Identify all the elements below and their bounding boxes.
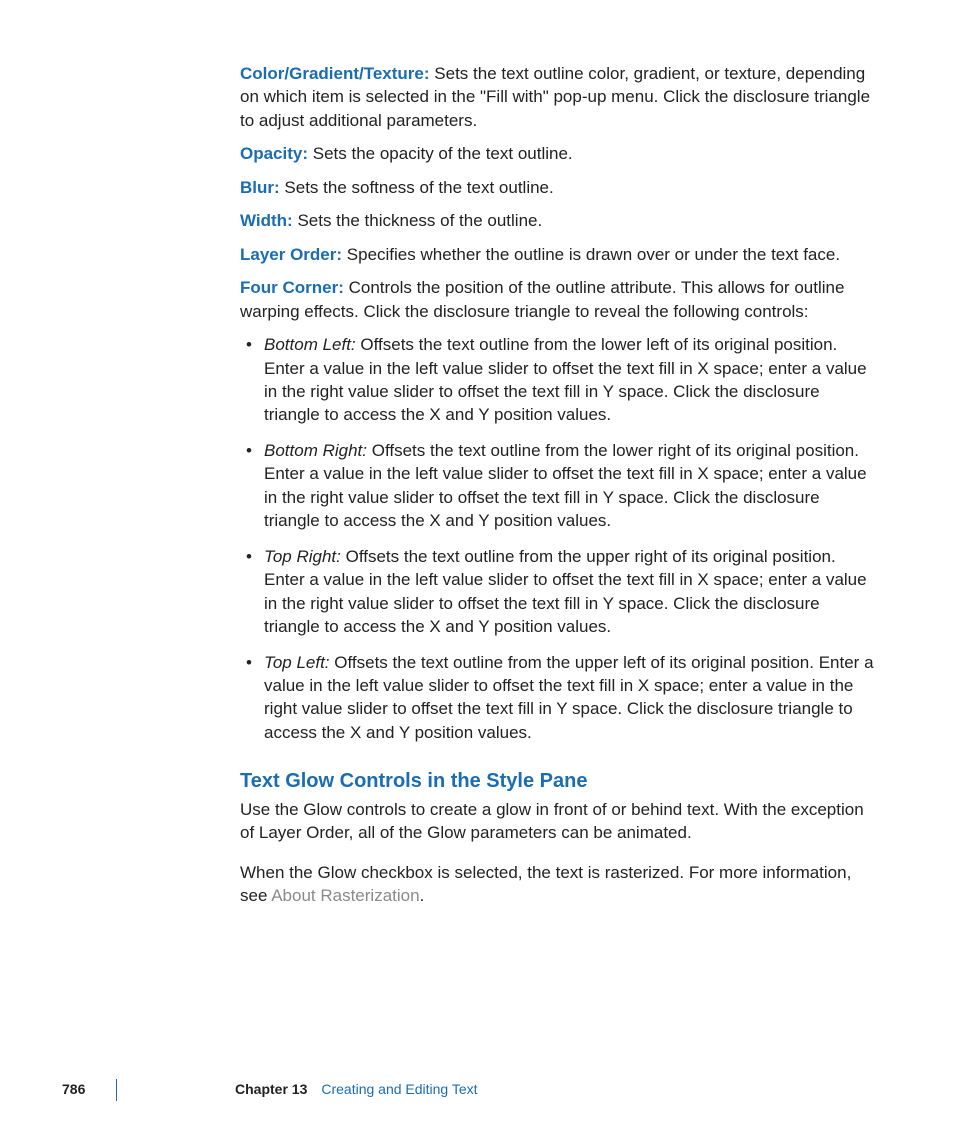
param-term: Width:	[240, 211, 293, 230]
list-item: Bottom Left: Offsets the text outline fr…	[260, 333, 880, 427]
param-row: Layer Order: Specifies whether the outli…	[240, 243, 880, 266]
param-desc: Sets the thickness of the outline.	[293, 211, 542, 230]
link-about-rasterization[interactable]: About Rasterization	[271, 886, 419, 905]
param-row: Blur: Sets the softness of the text outl…	[240, 176, 880, 199]
param-term: Four Corner:	[240, 278, 344, 297]
param-term: Layer Order:	[240, 245, 342, 264]
chapter-name: Creating and Editing Text	[321, 1080, 477, 1099]
param-row: Opacity: Sets the opacity of the text ou…	[240, 142, 880, 165]
bullet-desc: Offsets the text outline from the upper …	[264, 547, 867, 636]
param-row: Four Corner: Controls the position of th…	[240, 276, 880, 323]
list-item: Top Left: Offsets the text outline from …	[260, 651, 880, 745]
section-paragraph: When the Glow checkbox is selected, the …	[240, 861, 880, 908]
paragraph-text: .	[420, 886, 425, 905]
page-footer: 786 Chapter 13 Creating and Editing Text	[62, 1079, 882, 1101]
param-term: Opacity:	[240, 144, 308, 163]
param-desc: Specifies whether the outline is drawn o…	[342, 245, 840, 264]
chapter-label: Chapter 13	[235, 1080, 307, 1099]
bullet-term: Top Left:	[264, 653, 330, 672]
footer-divider	[116, 1079, 117, 1101]
param-term: Blur:	[240, 178, 280, 197]
bullet-term: Bottom Left:	[264, 335, 356, 354]
bullet-term: Top Right:	[264, 547, 341, 566]
list-item: Bottom Right: Offsets the text outline f…	[260, 439, 880, 533]
section-heading: Text Glow Controls in the Style Pane	[240, 768, 880, 796]
bullet-list: Bottom Left: Offsets the text outline fr…	[240, 333, 880, 744]
bullet-desc: Offsets the text outline from the upper …	[264, 653, 874, 742]
param-term: Color/Gradient/Texture:	[240, 64, 430, 83]
param-desc: Sets the softness of the text outline.	[280, 178, 554, 197]
list-item: Top Right: Offsets the text outline from…	[260, 545, 880, 639]
param-desc: Sets the opacity of the text outline.	[308, 144, 573, 163]
param-row: Width: Sets the thickness of the outline…	[240, 209, 880, 232]
page-number: 786	[62, 1080, 118, 1099]
section-paragraph: Use the Glow controls to create a glow i…	[240, 798, 880, 845]
document-body: Color/Gradient/Texture: Sets the text ou…	[240, 62, 880, 918]
param-row: Color/Gradient/Texture: Sets the text ou…	[240, 62, 880, 132]
bullet-term: Bottom Right:	[264, 441, 367, 460]
